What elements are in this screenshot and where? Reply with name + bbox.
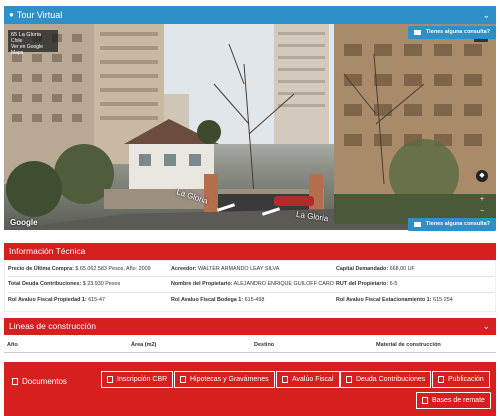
map-pin-icon: ●	[9, 10, 14, 19]
envelope-icon	[413, 30, 421, 35]
zoom-in-icon[interactable]: +	[476, 194, 488, 206]
document-icon	[12, 378, 18, 385]
tour-virtual-title: Tour Virtual	[16, 10, 63, 20]
document-icon	[107, 376, 113, 383]
inscripcion-cbr-button[interactable]: Inscripción CBR	[101, 371, 174, 388]
column-header: Material de construcción	[376, 342, 441, 348]
publicacion-button[interactable]: Publicación	[432, 371, 490, 388]
street-view-panorama[interactable]: 65 La Gloria Chile Ver en Google Maps La…	[4, 24, 496, 230]
documentos-heading: Documentos	[12, 377, 67, 386]
info-cell: Rol Avaluo Fiscal Estacionamiento 1: 615…	[336, 297, 453, 303]
consult-button[interactable]: Tienes alguna consulta?	[407, 218, 496, 231]
tour-virtual-header[interactable]: ● Tour Virtual ⌄	[4, 6, 496, 24]
divider	[8, 276, 494, 277]
lineas-construccion-header[interactable]: Lineas de construcción ⌄	[4, 318, 496, 335]
consult-label: Tienes alguna consulta?	[425, 221, 490, 227]
info-cell: RUT del Propietario: 6-5	[336, 281, 398, 287]
document-icon	[282, 376, 288, 383]
info-cell: Rol Avaluo Fiscal Bodega 1: 615-498	[171, 297, 265, 303]
document-icon	[438, 376, 444, 383]
deuda-contribuciones-button[interactable]: Deuda Contribuciones	[340, 371, 432, 388]
info-tecnica-title: Información Técnica	[9, 246, 86, 256]
street-view-maps-link[interactable]: Ver en Google Maps	[11, 44, 55, 56]
column-header: Destino	[254, 342, 275, 348]
chevron-down-icon[interactable]: ⌄	[482, 318, 490, 335]
compass-icon[interactable]: ◆	[476, 170, 488, 182]
documentos-panel: Documentos Inscripción CBR Hipotecas y G…	[4, 362, 496, 416]
document-icon	[422, 397, 428, 404]
column-header: Año	[7, 342, 18, 348]
document-icon	[180, 376, 186, 383]
column-header: Área (m2)	[131, 342, 157, 348]
info-cell: Acreedor: WALTER ARMANDO LEAY SILVA	[171, 266, 280, 272]
zoom-out-icon[interactable]: −	[476, 206, 488, 218]
info-cell: Total Deuda Contribuciones: $ 23.930 Pes…	[8, 281, 121, 287]
info-tecnica-panel: Precio de Última Compra: $ 65.062.583 Pe…	[4, 260, 496, 312]
info-cell: Nombre del Propietario: ALEJANDRO ENRIQU…	[171, 281, 334, 287]
avaluo-fiscal-button[interactable]: Avalúo Fiscal	[276, 371, 340, 388]
street-view-location-card[interactable]: 65 La Gloria Chile Ver en Google Maps	[8, 30, 58, 56]
hipotecas-button[interactable]: Hipotecas y Gravámenes	[174, 371, 275, 388]
lineas-construccion-title: Lineas de construcción	[9, 321, 96, 331]
info-tecnica-header[interactable]: Información Técnica	[4, 243, 496, 260]
bases-remate-button[interactable]: Bases de remate	[416, 392, 491, 409]
documentos-title: Documentos	[22, 377, 67, 386]
info-cell: Rol Avaluo Fiscal Propiedad 1: 615-47	[8, 297, 105, 303]
page: ● Tour Virtual ⌄ 65 La Gloria Chile Ver …	[0, 0, 500, 416]
consult-label: Tienes alguna consulta?	[425, 29, 490, 35]
envelope-icon	[413, 222, 421, 227]
google-logo: Google	[10, 218, 38, 227]
divider	[8, 292, 494, 293]
document-icon	[346, 376, 352, 383]
lineas-table-header: Año Área (m2) Destino Material de constr…	[4, 337, 496, 353]
info-cell: Capital Demandado: 668,00 UF	[336, 266, 415, 272]
consult-button[interactable]: Tienes alguna consulta?	[407, 26, 496, 39]
chevron-down-icon[interactable]: ⌄	[482, 6, 490, 24]
info-cell: Precio de Última Compra: $ 65.062.583 Pe…	[8, 266, 151, 272]
street-scene	[4, 24, 496, 230]
